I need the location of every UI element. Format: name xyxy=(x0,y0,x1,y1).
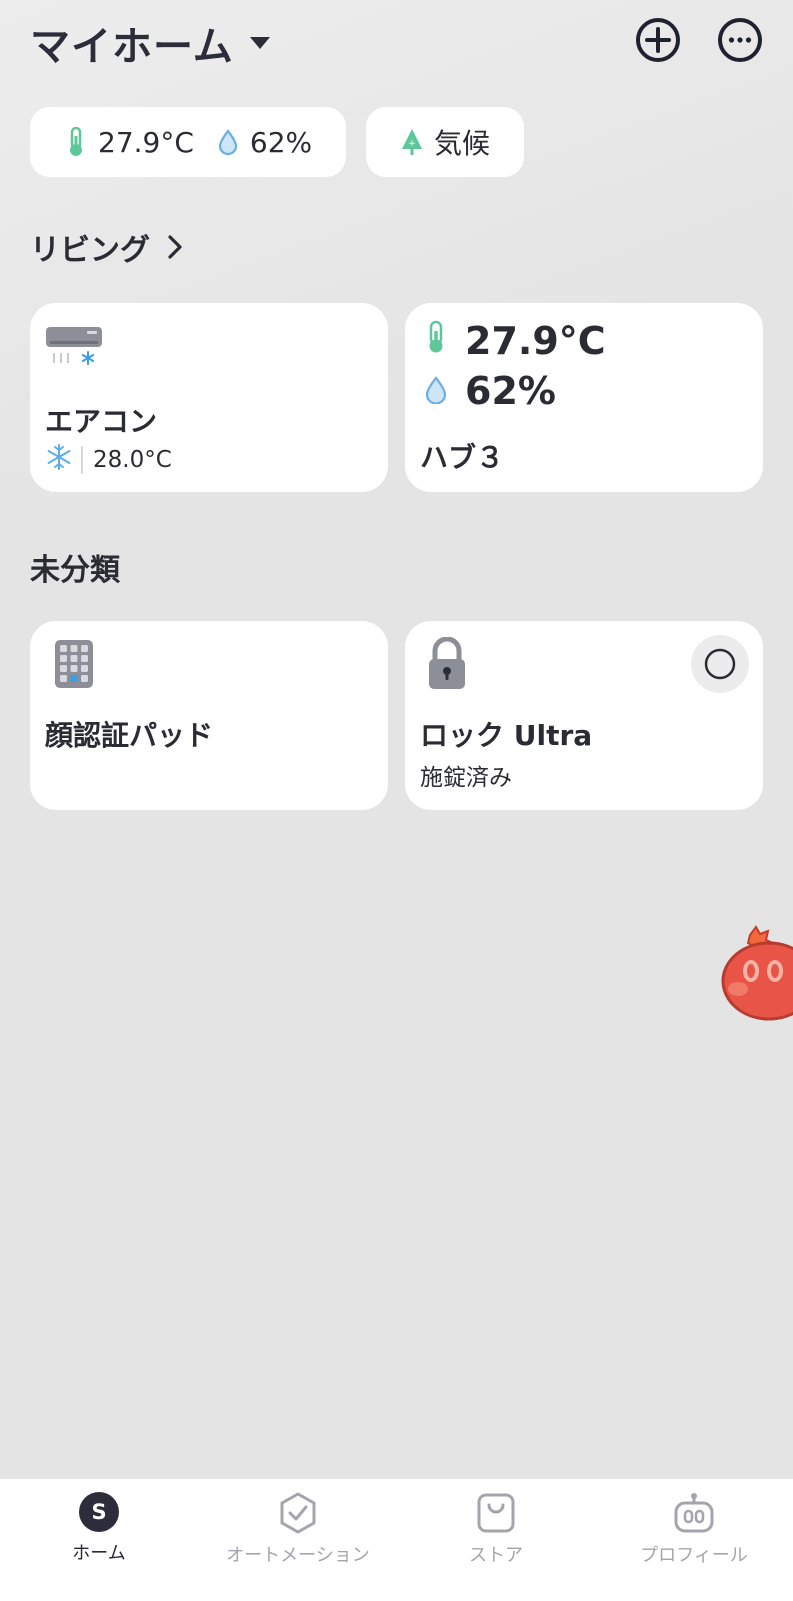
circle-icon xyxy=(704,648,736,680)
tab-label-home: ホーム xyxy=(72,1543,126,1564)
more-icon xyxy=(718,18,762,62)
air-conditioner-icon xyxy=(45,325,103,373)
chevron-right-icon xyxy=(168,235,182,259)
device-name-lock: ロック Ultra xyxy=(420,719,593,752)
tab-label-store: ストア xyxy=(469,1545,523,1566)
tab-store[interactable]: ストア xyxy=(411,1491,581,1567)
lock-status: 施錠済み xyxy=(420,765,512,791)
thermometer-icon xyxy=(66,126,86,158)
climate-label: 気候 xyxy=(433,127,490,160)
shopping-bag-icon xyxy=(477,1493,515,1533)
tree-icon: + xyxy=(400,127,424,157)
home-title: マイホーム xyxy=(30,24,234,70)
home-s-icon: S xyxy=(79,1492,119,1532)
home-selector[interactable]: マイホーム xyxy=(30,14,270,72)
device-card-aircon[interactable]: エアコン 28.0°C xyxy=(30,303,388,492)
section-uncategorized: 未分類 xyxy=(30,545,120,589)
device-name-hub: ハブ３ xyxy=(420,441,505,474)
aircon-status: 28.0°C xyxy=(45,443,172,477)
env-temperature: 27.9°C xyxy=(98,125,194,159)
assistant-mascot[interactable] xyxy=(720,925,793,1039)
hub-humidity-row: 62% xyxy=(425,369,556,413)
lock-toggle-button[interactable] xyxy=(691,635,749,693)
hub-humidity: 62% xyxy=(465,369,556,413)
bottom-tab-bar: S ホーム オートメーション ストア プロフィール xyxy=(0,1478,793,1601)
section-uncategorized-title: 未分類 xyxy=(30,553,120,588)
section-living[interactable]: リビング xyxy=(30,225,186,269)
svg-text:+: + xyxy=(408,139,416,149)
add-button[interactable] xyxy=(634,16,682,64)
water-drop-icon xyxy=(425,369,447,413)
tab-label-profile: プロフィール xyxy=(640,1545,748,1566)
thermometer-icon xyxy=(425,319,447,363)
robot-profile-icon xyxy=(674,1493,714,1533)
snowflake-icon xyxy=(45,443,73,477)
aircon-set-temp: 28.0°C xyxy=(93,447,172,473)
svg-text:S: S xyxy=(91,1500,106,1524)
env-humidity: 62% xyxy=(249,125,313,159)
tab-profile[interactable]: プロフィール xyxy=(609,1491,779,1567)
climate-button[interactable]: + 気候 xyxy=(366,107,524,177)
hub-temperature-row: 27.9°C xyxy=(425,319,606,363)
device-name-aircon: エアコン xyxy=(45,405,158,438)
automation-check-icon xyxy=(280,1492,316,1534)
padlock-icon xyxy=(427,636,467,695)
robot-mascot-icon xyxy=(721,925,793,1021)
device-card-hub[interactable]: 27.9°C 62% ハブ３ xyxy=(405,303,763,492)
caret-down-icon xyxy=(249,37,270,49)
plus-circle-icon xyxy=(636,18,680,62)
tab-automation[interactable]: オートメーション xyxy=(213,1491,383,1567)
hub-temperature: 27.9°C xyxy=(465,319,606,363)
device-name-face-pad: 顔認証パッド xyxy=(45,719,214,752)
tab-label-automation: オートメーション xyxy=(226,1545,370,1566)
device-card-lock[interactable]: ロック Ultra 施錠済み xyxy=(405,621,763,810)
water-drop-icon xyxy=(218,129,238,155)
section-living-title: リビング xyxy=(30,233,150,268)
tab-home[interactable]: S ホーム xyxy=(14,1491,184,1565)
status-divider xyxy=(81,446,83,474)
device-card-face-pad[interactable]: 顔認証パッド xyxy=(30,621,388,810)
keypad-icon xyxy=(54,639,94,693)
environment-pill[interactable]: 27.9°C 62% xyxy=(30,107,346,177)
more-button[interactable] xyxy=(716,16,764,64)
